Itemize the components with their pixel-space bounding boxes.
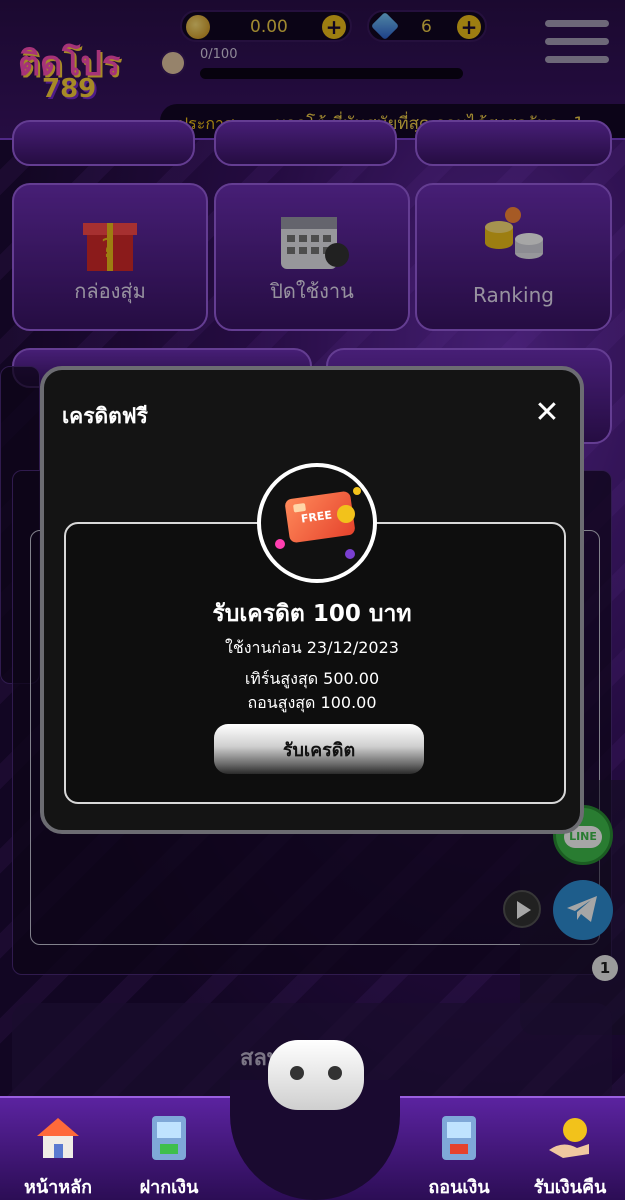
modal-title: เครดิตฟรี <box>62 404 148 428</box>
max-turnover-text: เทิร์นสูงสุด 500.00 <box>244 669 380 688</box>
nav-withdraw[interactable]: ถอนเงิน <box>404 1106 514 1198</box>
credit-heading: รับเครดิต 100 บาท <box>212 601 412 627</box>
claim-credit-button[interactable]: รับเครดิต <box>214 724 424 774</box>
atm-withdraw-icon <box>442 1116 476 1160</box>
free-credit-modal: เครดิตฟรี ✕ FREE รับเครดิต 100 บาท ใช้งา… <box>40 366 584 834</box>
coin-icon <box>337 505 355 523</box>
nav-cashback[interactable]: รับเงินคืน <box>515 1106 625 1198</box>
decor-dot <box>275 539 285 549</box>
max-withdraw-text: ถอนสูงสุด 100.00 <box>247 693 377 712</box>
atm-deposit-icon <box>152 1116 186 1160</box>
use-before-text: ใช้งานก่อน 23/12/2023 <box>225 638 399 657</box>
nav-deposit[interactable]: ฝากเงิน <box>114 1106 224 1198</box>
nav-home[interactable]: หน้าหลัก <box>3 1106 113 1198</box>
decor-dot <box>353 487 361 495</box>
decor-dot <box>345 549 355 559</box>
game-controller-icon[interactable] <box>268 1040 364 1110</box>
home-icon <box>37 1118 79 1158</box>
close-icon[interactable]: ✕ <box>532 398 562 428</box>
nav-home-label: หน้าหลัก <box>23 1177 93 1198</box>
nav-deposit-label: ฝากเงิน <box>139 1177 199 1198</box>
free-credit-badge: FREE <box>257 463 377 583</box>
nav-withdraw-label: ถอนเงิน <box>428 1177 490 1198</box>
cashback-icon <box>549 1118 589 1158</box>
free-badge-text: FREE <box>300 508 333 526</box>
nav-cashback-label: รับเงินคืน <box>533 1177 607 1198</box>
